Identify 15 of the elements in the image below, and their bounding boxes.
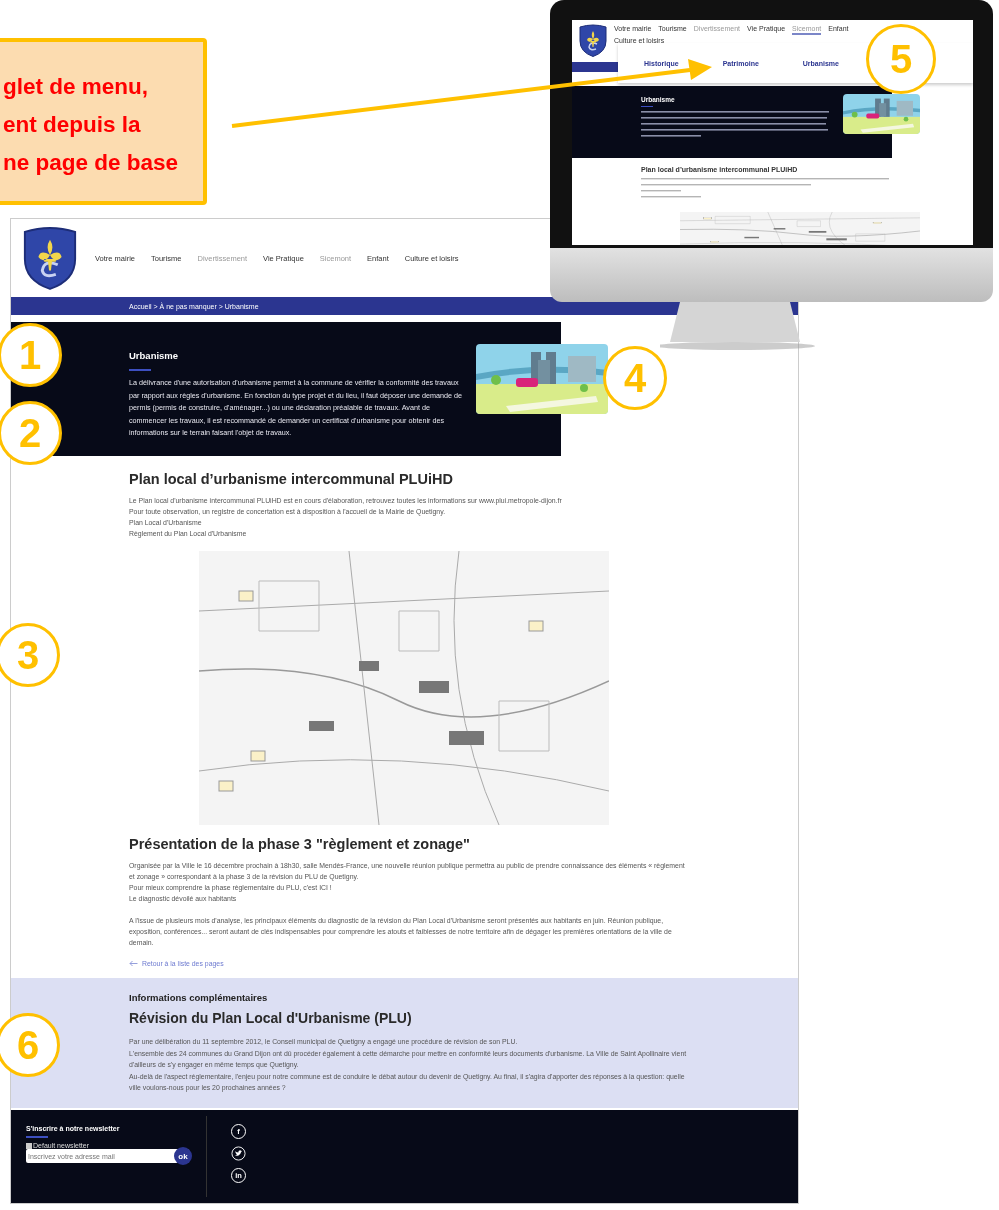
section-heading: Plan local d’urbanisme intercommunal PLUiHD [129,471,454,487]
hero-title: Urbanisme [129,350,180,361]
callout-text: ent depuis la [3,111,142,139]
coat-of-arms-logo[interactable] [578,22,608,58]
info-heading: Révision du Plan Local d'Urbanisme (PLU) [129,1010,413,1026]
ok-button[interactable]: ok [174,1147,192,1165]
back-arrow-icon [129,960,138,967]
coat-of-arms-logo[interactable] [21,225,79,291]
callout-text: glet de menu, [3,73,150,101]
breadcrumb-bar [572,62,618,72]
twitter-bird-icon[interactable] [231,1146,246,1161]
section-heading: Présentation de la phase 3 "règlement et zonage" [129,836,471,852]
info-kicker: Informations complémentaires [129,992,269,1003]
checkbox[interactable] [26,1142,32,1149]
callout-text: ne page de base [3,149,180,177]
